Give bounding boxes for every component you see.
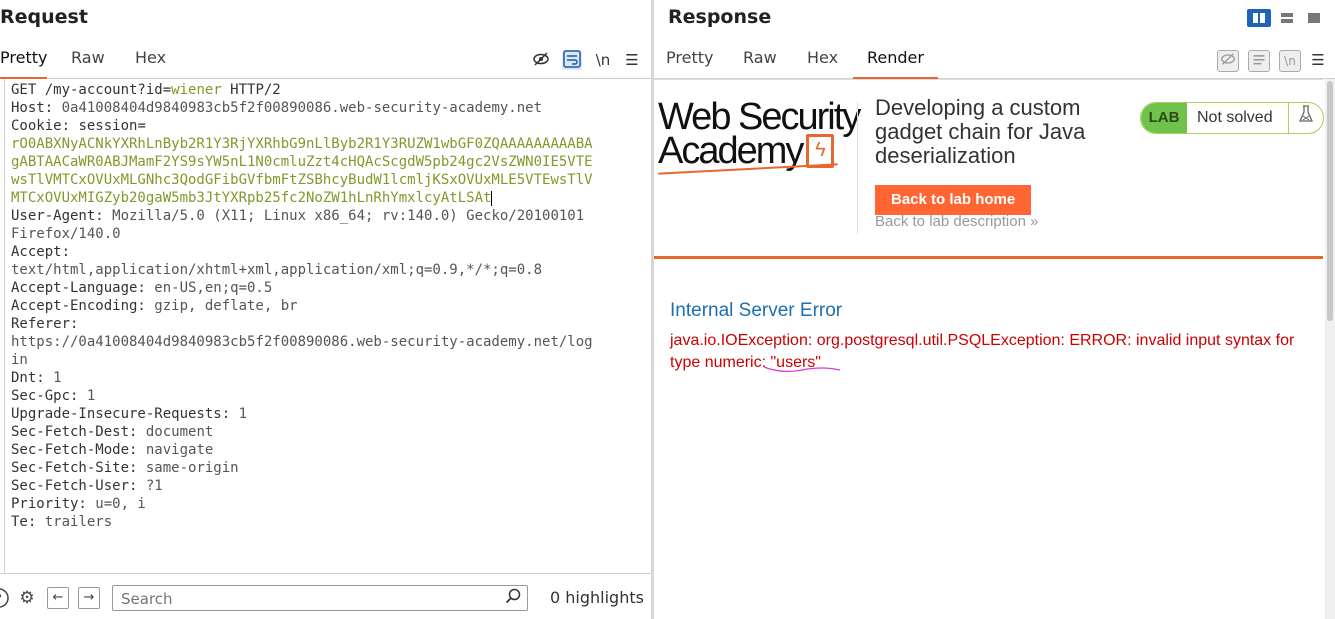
layout-split-vertical-icon[interactable] (1247, 9, 1271, 27)
response-pane: Response Pretty Raw Hex Render \n ☰ Web … (654, 0, 1335, 619)
scrollbar-thumb[interactable] (1327, 81, 1333, 321)
header-separator (654, 256, 1323, 259)
request-title: Request (0, 6, 88, 28)
header-user-agent-cont: Firefox/140.0 (11, 226, 121, 242)
flask-icon (1288, 103, 1323, 133)
header-referer-value: https://0a41008404d9840983cb5f2f00890086… (11, 334, 593, 350)
svg-text:?: ? (0, 592, 2, 605)
menu-icon[interactable]: ☰ (622, 50, 642, 70)
logo-line-1: Web Security (658, 96, 861, 138)
back-to-lab-description-link[interactable]: Back to lab description » (875, 213, 1038, 230)
cookie-value-line: rO0ABXNyACNkYXRhLnByb2R1Y3RjYXRhbG9nLlBy… (11, 136, 593, 152)
text-cursor (491, 190, 493, 206)
header-accept: Accept: (11, 244, 71, 260)
newline-icon[interactable]: \n (1279, 50, 1301, 72)
wrap-lines-icon[interactable] (1248, 50, 1270, 72)
hide-nonprintable-icon[interactable] (1217, 50, 1239, 72)
tab-hex[interactable]: Hex (135, 49, 166, 77)
help-icon[interactable]: ? (0, 587, 10, 609)
highlight-underline (763, 366, 841, 373)
menu-icon[interactable]: ☰ (1308, 50, 1328, 70)
search-input[interactable] (119, 588, 503, 610)
previous-icon[interactable]: ← (47, 587, 69, 609)
lab-status-badge: LAB Not solved (1140, 102, 1324, 134)
response-title: Response (668, 6, 772, 28)
request-editor[interactable]: GET /my-account?id=wiener HTTP/2 Host: 0a… (4, 79, 648, 573)
render-scrollbar[interactable] (1325, 79, 1335, 619)
header-user-agent: User-Agent: Mozilla/5.0 (X11; Linux x86_… (11, 208, 585, 224)
highlights-count: 0 highlights (550, 588, 644, 607)
header-te: Te: trailers (11, 514, 113, 530)
request-body: GET /my-account?id=wiener HTTP/2 Host: 0a… (11, 81, 641, 531)
request-line: GET /my-account?id=wiener HTTP/2 (11, 82, 281, 98)
search-icon[interactable] (505, 588, 521, 608)
cookie-value-line: wsTlVMTCxOVUxMLGNhc3QodGFibGVfbmFtZSBhcy… (11, 172, 593, 188)
search-bar: ? ⚙ ← → 0 highlights (0, 573, 651, 619)
cookie-value-line: gABTAACaWR0ABJMamF2YS9sYW5nL1N0cmluZzt4c… (11, 154, 593, 170)
lab-title: Developing a custom gadget chain for Jav… (875, 95, 1086, 168)
tab-raw[interactable]: Raw (71, 49, 105, 77)
rendered-page: Web Security Academy ϟ Developing a custo… (654, 79, 1324, 619)
header-upgrade-insecure: Upgrade-Insecure-Requests: 1 (11, 406, 248, 422)
header-cookie: Cookie: session= (11, 118, 146, 134)
tab-raw[interactable]: Raw (743, 49, 777, 77)
double-chevron-icon: » (1030, 213, 1039, 230)
next-icon[interactable]: → (78, 587, 100, 609)
newline-icon[interactable]: \n (593, 50, 613, 70)
header-accept-encoding: Accept-Encoding: gzip, deflate, br (11, 298, 298, 314)
header-sec-fetch-user: Sec-Fetch-User: ?1 (11, 478, 163, 494)
header-referer-value-cont: in (11, 352, 28, 368)
header-sec-fetch-dest: Sec-Fetch-Dest: document (11, 424, 214, 440)
response-tabs: Pretty Raw Hex Render \n ☰ (654, 44, 1335, 79)
lab-label: LAB (1141, 103, 1187, 133)
header-referer: Referer: (11, 316, 79, 332)
lab-status: Not solved (1197, 109, 1273, 126)
header-host: Host: 0a41008404d9840983cb5f2f00890086.w… (11, 100, 543, 116)
back-to-lab-home-button[interactable]: Back to lab home (875, 185, 1032, 215)
tab-pretty[interactable]: Pretty (0, 49, 48, 79)
wrap-lines-icon[interactable] (562, 50, 582, 70)
header-sec-fetch-site: Sec-Fetch-Site: same-origin (11, 460, 239, 476)
layout-split-horizontal-icon[interactable] (1275, 9, 1299, 27)
tab-pretty[interactable]: Pretty (666, 49, 713, 77)
header-sec-fetch-mode: Sec-Fetch-Mode: navigate (11, 442, 214, 458)
search-field[interactable] (112, 585, 528, 611)
error-title: Internal Server Error (670, 300, 843, 321)
settings-gear-icon[interactable]: ⚙ (16, 587, 38, 609)
tab-hex[interactable]: Hex (807, 49, 838, 77)
header-dnt: Dnt: 1 (11, 370, 62, 386)
header-priority: Priority: u=0, i (11, 496, 146, 512)
header-sec-gpc: Sec-Gpc: 1 (11, 388, 96, 404)
web-security-academy-logo: Web Security Academy ϟ (658, 96, 861, 170)
request-tabs: Pretty Raw Hex \n ☰ (0, 44, 651, 79)
cookie-value-line: MTCxOVUxMIGZyb20gaW5mb3JtYXRpb25fc2NoZW1… (11, 190, 493, 206)
tab-render[interactable]: Render (853, 49, 938, 79)
hide-nonprintable-icon[interactable] (531, 50, 551, 70)
header-accept-value: text/html,application/xhtml+xml,applicat… (11, 262, 543, 278)
header-accept-language: Accept-Language: en-US,en;q=0.5 (11, 280, 273, 296)
layout-tabs-icon[interactable] (1302, 9, 1326, 27)
request-pane: Request Pretty Raw Hex \n ☰ GET /my-acco… (0, 0, 651, 619)
header-divider (857, 102, 858, 234)
